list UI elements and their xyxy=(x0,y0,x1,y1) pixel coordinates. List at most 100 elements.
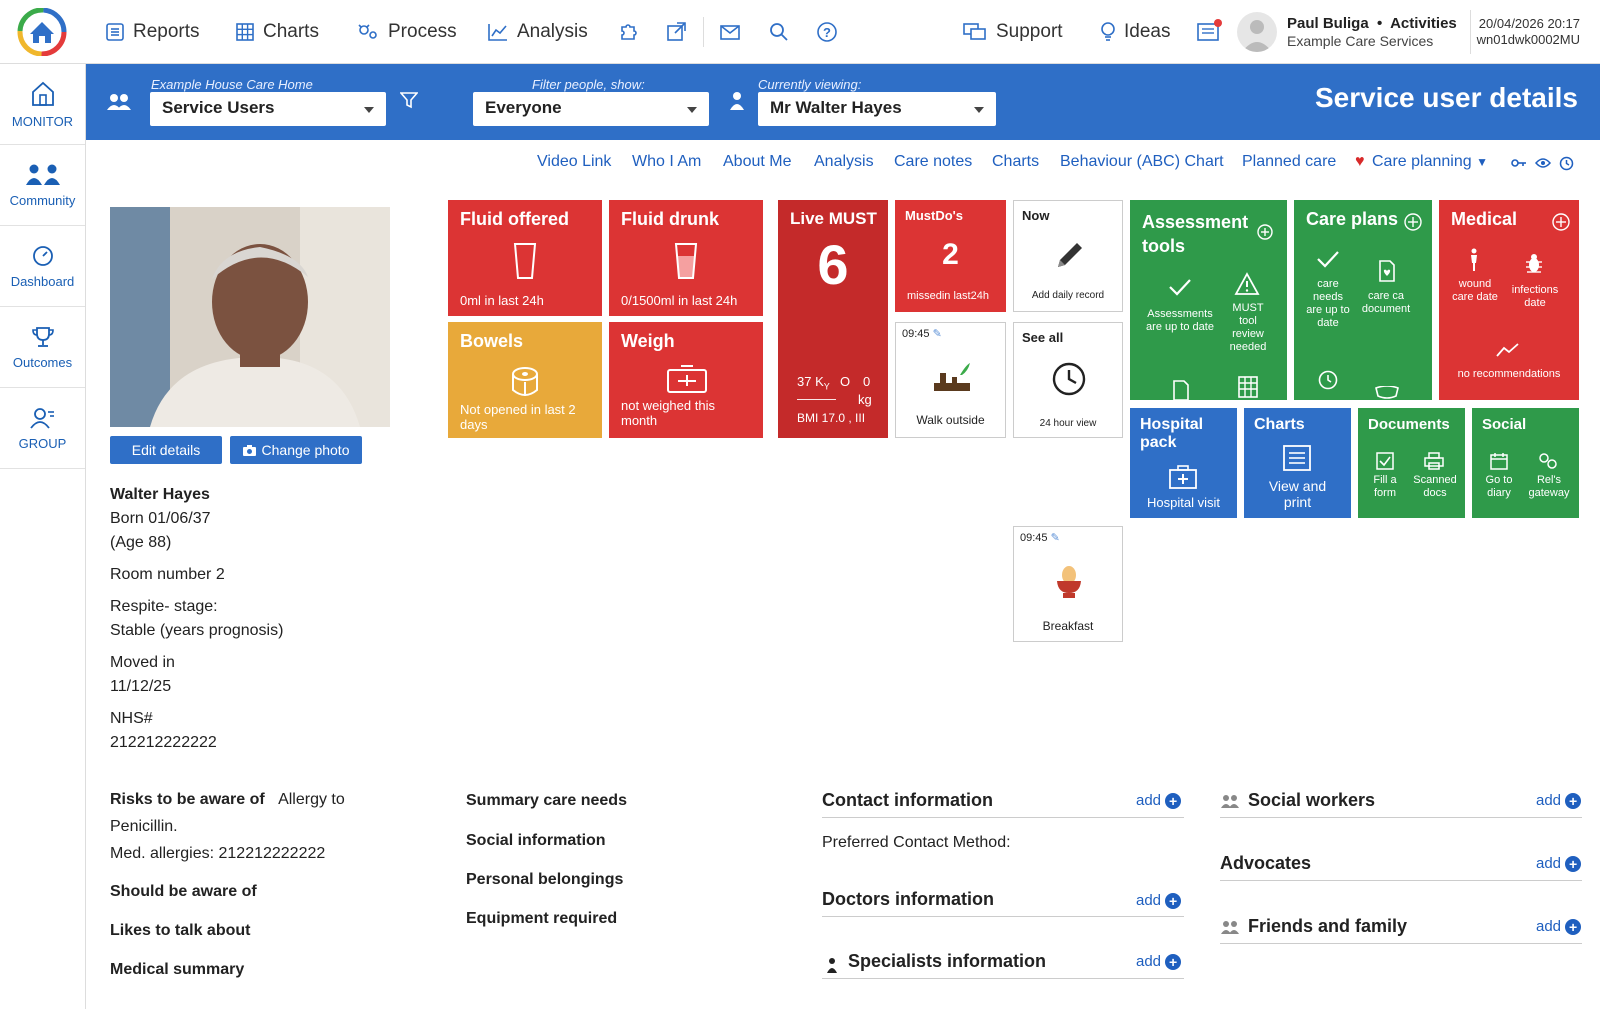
weigh-foot: not weighed this month xyxy=(621,398,715,428)
home-select[interactable]: Service Users xyxy=(150,92,386,126)
topbar-divider xyxy=(1470,10,1471,54)
mail-icon[interactable] xyxy=(718,20,742,44)
medical-summary-heading[interactable]: Medical summary xyxy=(110,961,244,979)
notifications-button[interactable] xyxy=(1196,18,1224,44)
clock-icon[interactable] xyxy=(1559,156,1574,171)
medical-title: Medical xyxy=(1451,209,1518,229)
eye-icon[interactable] xyxy=(1535,157,1551,169)
advocates-add-label: add xyxy=(1536,855,1562,872)
assessment-item2: MUST tool review needed xyxy=(1229,302,1267,353)
puzzle-icon[interactable] xyxy=(616,20,640,44)
help-icon[interactable]: ? xyxy=(815,20,839,44)
nav-analysis[interactable]: Analysis xyxy=(487,18,588,46)
user-info[interactable]: Paul Buliga • Activities Example Care Se… xyxy=(1287,15,1457,49)
charts-tile[interactable]: Charts View and print xyxy=(1244,408,1351,518)
sidebar-item-outcomes[interactable]: Outcomes xyxy=(0,307,85,388)
sidebar-item-group[interactable]: GROUP xyxy=(0,388,85,469)
person-name: Walter Hayes xyxy=(110,486,210,503)
social-item1: Go to diary xyxy=(1485,474,1513,499)
must-kg: kg xyxy=(858,392,872,407)
live-must-tile[interactable]: Live MUST 6 37 KY O 0 ——— kg BMI 17.0 , … xyxy=(778,200,888,438)
check-icon xyxy=(1317,251,1339,268)
tab-video-link[interactable]: Video Link xyxy=(537,153,611,171)
key-icon[interactable] xyxy=(1511,157,1527,169)
ideas-label: Ideas xyxy=(1124,21,1171,42)
personal-belongings-heading[interactable]: Personal belongings xyxy=(466,871,623,889)
social-workers-add-label: add xyxy=(1536,792,1562,809)
see-all-tile[interactable]: See all 24 hour view xyxy=(1013,322,1123,438)
assessment-tools-tile[interactable]: Assessment tools Assessments are up to d… xyxy=(1130,200,1287,400)
risks-text1: Allergy to xyxy=(278,791,345,808)
assessment-title-line2: tools xyxy=(1142,236,1185,256)
datetime-text: 20/04/2026 20:17 xyxy=(1478,16,1580,31)
medical-tile[interactable]: Medical wound care date infections date … xyxy=(1439,200,1579,400)
fluid-offered-tile[interactable]: Fluid offered 0ml in last 24h xyxy=(448,200,602,316)
equipment-required-heading[interactable]: Equipment required xyxy=(466,910,617,928)
nav-charts[interactable]: Charts xyxy=(235,18,319,46)
datetime-block: 20/04/2026 20:17 wn01dwk0002MU xyxy=(1477,16,1580,48)
contact-add-button[interactable]: add + xyxy=(1136,792,1182,809)
mustdos-count: 2 xyxy=(942,238,959,271)
avatar[interactable] xyxy=(1237,12,1277,52)
preferred-contact: Preferred Contact Method: xyxy=(822,834,1011,851)
breakfast-tile[interactable]: 09:45 ✎ Breakfast xyxy=(1013,526,1123,642)
walk-outside-tile[interactable]: 09:45 ✎ Walk outside xyxy=(895,322,1006,438)
filter-icon[interactable] xyxy=(400,91,418,109)
tab-about-me[interactable]: About Me xyxy=(723,153,791,171)
fluid-offered-title: Fluid offered xyxy=(460,209,569,229)
ideas-button[interactable]: Ideas xyxy=(1100,18,1170,46)
app-logo[interactable] xyxy=(15,8,69,56)
sidebar-item-monitor[interactable]: MONITOR xyxy=(0,64,85,145)
mustdos-tile[interactable]: MustDo's 2 missedin last24h xyxy=(895,200,1006,312)
bug-icon xyxy=(1526,254,1542,273)
mustdos-title: MustDo's xyxy=(905,208,963,223)
nav-process[interactable]: Process xyxy=(356,18,457,46)
add-circle-icon[interactable] xyxy=(1552,213,1570,231)
viewing-select[interactable]: Mr Walter Hayes xyxy=(758,92,996,126)
tab-who-i-am[interactable]: Who I Am xyxy=(632,153,701,171)
search-icon[interactable] xyxy=(767,20,791,44)
edit-details-label: Edit details xyxy=(131,442,201,458)
tab-analysis[interactable]: Analysis xyxy=(814,153,874,171)
should-be-aware-heading[interactable]: Should be aware of xyxy=(110,883,257,901)
sidebar-item-community[interactable]: Community xyxy=(0,145,85,226)
external-link-icon[interactable] xyxy=(664,20,688,44)
change-photo-button[interactable]: Change photo xyxy=(230,436,362,464)
filter-select[interactable]: Everyone xyxy=(473,92,709,126)
bowels-tile[interactable]: Bowels Not opened in last 2 days xyxy=(448,322,602,438)
nav-divider xyxy=(703,17,704,47)
tab-behaviour-chart[interactable]: Behaviour (ABC) Chart xyxy=(1060,153,1224,171)
context-header: Example House Care Home Service Users Fi… xyxy=(86,64,1600,140)
support-button[interactable]: Support xyxy=(962,18,1063,46)
tab-care-notes[interactable]: Care notes xyxy=(894,153,972,171)
tab-charts[interactable]: Charts xyxy=(992,153,1039,171)
now-tile[interactable]: Now Add daily record xyxy=(1013,200,1123,312)
doctors-add-button[interactable]: add + xyxy=(1136,892,1182,909)
social-tile[interactable]: Social Go to diary Rel's gateway xyxy=(1472,408,1579,518)
social-workers-add-button[interactable]: add + xyxy=(1536,792,1582,809)
summary-care-needs-heading[interactable]: Summary care needs xyxy=(466,792,627,810)
hospital-foot: Hospital visit xyxy=(1147,495,1220,510)
sidebar-item-dashboard[interactable]: Dashboard xyxy=(0,226,85,307)
social-information-heading[interactable]: Social information xyxy=(466,832,606,850)
tab-care-planning-label: Care planning xyxy=(1372,153,1472,170)
tab-care-planning[interactable]: Care planning ▼ xyxy=(1372,153,1488,171)
advocates-add-button[interactable]: add + xyxy=(1536,855,1582,872)
fluid-drunk-tile[interactable]: Fluid drunk 0/1500ml in last 24h xyxy=(609,200,763,316)
specialists-add-button[interactable]: add + xyxy=(1136,953,1182,970)
divider xyxy=(822,817,1184,818)
nav-reports[interactable]: Reports xyxy=(105,18,200,46)
weigh-tile[interactable]: Weigh not weighed this month xyxy=(609,322,763,438)
care-plans-tile[interactable]: Care plans care needs are up to date car… xyxy=(1294,200,1432,400)
reports-icon xyxy=(106,23,124,41)
dashboard-icon xyxy=(32,245,53,266)
person-room: Room number 2 xyxy=(110,566,225,583)
friends-family-add-button[interactable]: add + xyxy=(1536,918,1582,935)
add-circle-icon[interactable] xyxy=(1257,224,1273,240)
edit-details-button[interactable]: Edit details xyxy=(110,436,222,464)
add-circle-icon[interactable] xyxy=(1404,213,1422,231)
documents-tile[interactable]: Documents Fill a form Scanned docs xyxy=(1358,408,1465,518)
tab-planned-care[interactable]: Planned care xyxy=(1242,153,1336,171)
likes-to-talk-heading[interactable]: Likes to talk about xyxy=(110,922,250,940)
hospital-pack-tile[interactable]: Hospital pack Hospital visit xyxy=(1130,408,1237,518)
